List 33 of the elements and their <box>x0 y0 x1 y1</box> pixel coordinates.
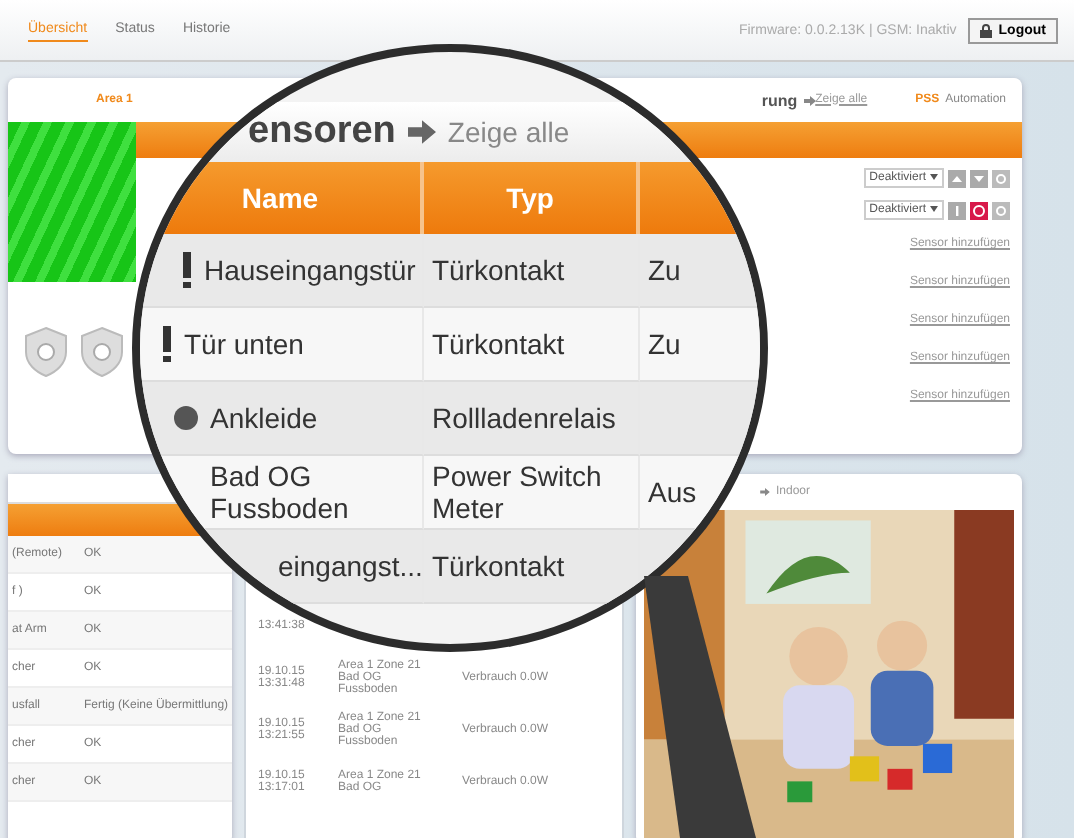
arrow-icon <box>407 120 436 144</box>
sensor-name: eingangst... <box>278 550 423 582</box>
sensor-type: Türkontakt <box>424 530 640 604</box>
table-cell <box>640 382 760 456</box>
alert-icon <box>162 326 172 362</box>
shield-icon[interactable] <box>24 326 68 378</box>
alert-icon <box>182 252 192 288</box>
column-header: Typ <box>424 162 640 234</box>
sensor-type: Rollladenrelais <box>424 382 640 456</box>
sensor-type: Türkontakt <box>424 234 640 308</box>
sensor-name: Ankleide <box>210 402 318 434</box>
panel-heading: ensoren <box>248 110 396 154</box>
caret-icon <box>930 206 938 212</box>
shield-icon[interactable] <box>80 326 124 378</box>
sensor-name: Hauseingangstür <box>204 254 416 286</box>
sensor-name: Bad OG Fussboden <box>210 460 351 524</box>
settings-icon[interactable] <box>992 169 1010 187</box>
up-icon[interactable] <box>948 169 966 187</box>
alert-icon[interactable] <box>948 201 966 219</box>
caret-icon <box>930 174 938 180</box>
panel-heading: rung <box>761 91 798 109</box>
lock-icon <box>980 23 993 37</box>
sensor-type: Power Switch Meter <box>424 456 640 530</box>
record-icon[interactable] <box>970 201 988 219</box>
sensor-type: Türkontakt <box>424 308 640 382</box>
dot-icon <box>174 406 198 430</box>
show-all-link[interactable]: Zeige alle <box>447 116 570 148</box>
sensor-name: Tür unten <box>184 328 304 360</box>
arrow-icon <box>803 95 816 105</box>
down-icon[interactable] <box>970 169 988 187</box>
sensor-state: Zu <box>640 308 760 382</box>
sensor-state: Zu <box>640 234 760 308</box>
arrow-icon <box>760 488 770 496</box>
